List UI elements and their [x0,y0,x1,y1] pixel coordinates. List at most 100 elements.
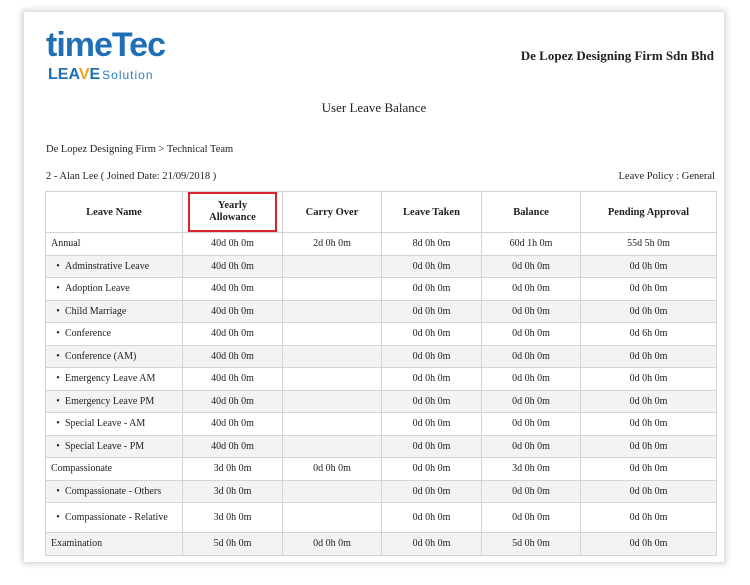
col-header-pending-approval: Pending Approval [580,191,717,233]
highlight-box: Yearly Allowance [188,192,277,232]
col-header-yearly-allowance: Yearly Allowance [182,191,283,233]
bullet-icon: • [56,512,60,523]
table-row: • Conference 40d 0h 0m 0d 0h 0m 0d 0h 0m 0d 6… [45,322,717,346]
yearly-allowance-cell: 40d 0h 0m [182,434,283,458]
table-row: • Conference (AM) 40d 0h 0m 0d 0h 0m 0d 0h 0… [45,344,717,368]
leave-taken-cell: 0d 0h 0m [381,277,482,301]
bullet-icon: • [56,418,60,430]
leave-name: Annual [51,238,81,250]
carry-over-cell [282,322,382,346]
balance-cell: 0d 0h 0m [481,322,581,346]
pending-approval-cell: 0d 0h 0m [580,502,717,533]
balance-cell: 0d 0h 0m [481,502,581,533]
leave-name-cell: Examination [45,532,183,556]
carry-over-cell [282,479,382,503]
leave-taken-cell: 0d 0h 0m [381,412,482,436]
leave-name-cell: • Conference (AM) [45,344,183,368]
leave-name-cell: • Adoption Leave [45,277,183,301]
leave-balance-table: Leave Name Yearly Allowance Carry Over L… [45,191,717,556]
leave-name: Adoption Leave [65,283,130,295]
leave-name: Compassionate - Relative [65,512,168,523]
leave-taken-cell: 0d 0h 0m [381,254,482,278]
table-body: Annual 40d 0h 0m 2d 0h 0m 8d 0h 0m 60d 1h 0m… [45,232,717,556]
company-name: De Lopez Designing Firm Sdn Bhd [520,48,714,63]
table-row: • Compassionate - Relative 3d 0h 0m 0d 0h 0… [45,502,717,533]
yearly-allowance-cell: 40d 0h 0m [182,344,283,368]
bullet-icon: • [56,283,60,295]
balance-cell: 0d 0h 0m [481,412,581,436]
logo-solution: Solution [102,68,154,82]
leave-name-cell: • Conference [45,322,183,346]
carry-over-cell: 0d 0h 0m [282,457,382,481]
leave-taken-cell: 0d 0h 0m [381,532,482,556]
leave-name: Compassionate [51,463,113,475]
col-header-carry-over: Carry Over [282,191,382,233]
leave-name-cell: • Adminstrative Leave [45,254,183,278]
table-row: Annual 40d 0h 0m 2d 0h 0m 8d 0h 0m 60d 1h 0m… [45,232,717,256]
col-header-leave-taken: Leave Taken [381,191,482,233]
balance-cell: 0d 0h 0m [481,434,581,458]
balance-cell: 5d 0h 0m [481,532,581,556]
carry-over-cell [282,277,382,301]
bullet-icon: • [56,373,60,385]
carry-over-cell [282,299,382,323]
table-row: • Compassionate - Others 3d 0h 0m 0d 0h 0m 0… [45,479,717,503]
carry-over-cell [282,502,382,533]
carry-over-cell [282,367,382,391]
balance-cell: 0d 0h 0m [481,277,581,301]
pending-approval-cell: 0d 0h 0m [580,367,717,391]
carry-over-cell [282,389,382,413]
bullet-icon: • [56,305,60,317]
leave-name: Emergency Leave AM [65,373,156,385]
leave-name: Child Marriage [65,305,127,317]
carry-over-cell [282,434,382,458]
balance-cell: 0d 0h 0m [481,254,581,278]
pending-approval-cell: 0d 0h 0m [580,299,717,323]
balance-cell: 3d 0h 0m [481,457,581,481]
table-row: Compassionate 3d 0h 0m 0d 0h 0m 0d 0h 0m 3d … [45,457,717,481]
leave-name-cell: Annual [45,232,183,256]
pending-approval-cell: 0d 0h 0m [580,344,717,368]
leave-taken-cell: 0d 0h 0m [381,434,482,458]
carry-over-cell [282,412,382,436]
pending-approval-cell: 0d 0h 0m [580,479,717,503]
leave-name: Conference [65,328,112,340]
col-header-leave-name: Leave Name [45,191,183,233]
leave-name-cell: Compassionate [45,457,183,481]
leave-taken-cell: 8d 0h 0m [381,232,482,256]
pending-approval-cell: 55d 5h 0m [580,232,717,256]
report-title: User Leave Balance [321,100,427,115]
leave-name-cell: • Child Marriage [45,299,183,323]
carry-over-cell [282,254,382,278]
leave-name: Compassionate - Others [65,485,162,497]
logo-subtitle: LEAVE Solution [48,66,154,84]
report-sheet: timeTec LEAVE Solution De Lopez Designing… [24,12,724,562]
leave-taken-cell: 0d 0h 0m [381,344,482,368]
logo-check-icon: V [78,66,90,83]
yearly-allowance-cell: 40d 0h 0m [182,232,283,256]
leave-name: Conference (AM) [65,350,137,362]
yearly-allowance-cell: 3d 0h 0m [182,457,283,481]
timetec-leave-logo: timeTec LEAVE Solution [46,26,186,88]
logo-leave-prefix: LEA [48,66,79,83]
leave-name-cell: • Emergency Leave AM [45,367,183,391]
yearly-allowance-cell: 3d 0h 0m [182,502,283,533]
leave-name: Examination [51,538,103,550]
leave-taken-cell: 0d 0h 0m [381,502,482,533]
leave-policy: Leave Policy : General [618,171,716,182]
bullet-icon: • [56,260,60,272]
pending-approval-cell: 0d 0h 0m [580,532,717,556]
yearly-allowance-cell: 40d 0h 0m [182,322,283,346]
bullet-icon: • [56,395,60,407]
carry-over-cell: 2d 0h 0m [282,232,382,256]
leave-name-cell: • Compassionate - Others [45,479,183,503]
logo-wordmark: timeTec [46,26,166,64]
bullet-icon: • [56,485,60,497]
yearly-allowance-cell: 40d 0h 0m [182,254,283,278]
leave-name-cell: • Special Leave - PM [45,434,183,458]
leave-name-cell: • Emergency Leave PM [45,389,183,413]
yearly-allowance-cell: 40d 0h 0m [182,277,283,301]
balance-cell: 0d 0h 0m [481,479,581,503]
table-row: • Emergency Leave PM 40d 0h 0m 0d 0h 0m 0d 0… [45,389,717,413]
pending-approval-cell: 0d 0h 0m [580,457,717,481]
